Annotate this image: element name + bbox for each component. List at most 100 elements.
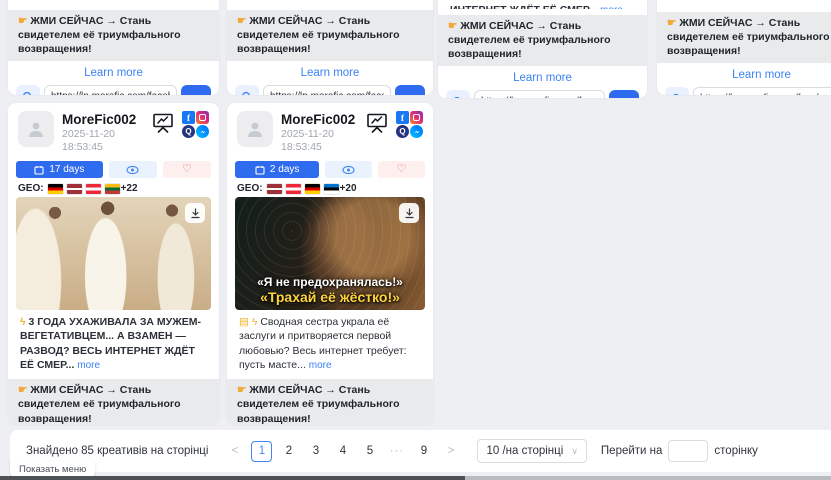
card-header: MoreFic002 2025-11-20 18:53:45 f Q (227, 103, 433, 158)
presentation-chart-icon[interactable] (364, 111, 390, 135)
flag-latvia-icon (267, 184, 282, 194)
lightning-icon: ϟ (20, 316, 26, 328)
page-button-1[interactable]: 1 (251, 441, 272, 462)
page-size-select[interactable]: 10 /на сторінці ∨ (477, 439, 586, 463)
cta-text: ЖМИ СЕЙЧАС → Стань свидетелем её триумфа… (667, 17, 830, 57)
go-to-url-button[interactable]: → (395, 85, 425, 95)
calendar-icon (255, 165, 265, 175)
creative-card: MoreFic002 2025-11-20 18:53:45 f Q 17 da… (8, 103, 219, 425)
prev-page-button[interactable]: < (224, 441, 245, 462)
download-image-button[interactable] (185, 203, 205, 223)
horizontal-scrollbar[interactable] (0, 476, 831, 480)
search-button[interactable] (665, 87, 689, 95)
url-row: → (438, 88, 647, 98)
next-page-button[interactable]: > (440, 441, 461, 462)
pointing-hand-icon: ☛ (18, 384, 27, 396)
pointing-hand-icon: ☛ (448, 20, 457, 32)
search-button[interactable] (446, 90, 470, 98)
truncated-text-line: ИНТЕРНЕТ ЖДЁТ ЕЁ СМЕР... more (438, 0, 647, 9)
page-ellipsis[interactable]: ··· (386, 441, 407, 462)
download-icon (404, 208, 415, 219)
flag-austria-icon (86, 184, 101, 194)
days-active-button[interactable]: 2 days (235, 161, 319, 178)
cta-text: ЖМИ СЕЙЧАС → Стань свидетелем её триумфа… (237, 384, 400, 424)
cta-block: ☛ ЖМИ СЕЙЧАС → Стань свидетелем её триум… (8, 379, 219, 425)
facebook-icon[interactable]: f (182, 111, 195, 124)
creative-card: MoreFic002 2025-11-20 18:53:45 f Q 2 day… (227, 103, 433, 425)
page-button-4[interactable]: 4 (332, 441, 353, 462)
learn-more-link[interactable]: Learn more (227, 67, 433, 79)
creative-column-4: ☛ ЖМИ СЕЙЧАС → Стань свидетелем её триум… (657, 0, 831, 95)
favorite-button[interactable]: ♡ (163, 161, 211, 178)
messenger-bolt-icon (413, 128, 421, 136)
advertiser-name[interactable]: MoreFic002 (281, 111, 364, 128)
ad-body-text: ϟ 3 ГОДА УХАЖИВАЛА ЗА МУЖЕМ-ВЕГЕТАТИВЦЕМ… (8, 310, 219, 373)
creative-card-partial: ☛ ЖМИ СЕЙЧАС → Стань свидетелем её триум… (8, 0, 219, 95)
scrollbar-thumb[interactable] (0, 476, 465, 480)
creative-column-2: ☛ ЖМИ СЕЙЧАС → Стань свидетелем её триум… (227, 0, 433, 425)
landing-url-input[interactable] (263, 85, 391, 95)
show-menu-button[interactable]: Показать меню (10, 461, 95, 477)
eye-icon (126, 165, 139, 175)
avatar (237, 111, 273, 147)
header-icons: f Q (364, 111, 423, 138)
creative-image[interactable] (16, 197, 211, 310)
goto-page-control: Перейти на сторінку (601, 440, 758, 462)
flag-germany-icon (48, 184, 63, 194)
download-image-button[interactable] (399, 203, 419, 223)
card-actions: 17 days ♡ (8, 158, 219, 181)
preview-button[interactable] (325, 161, 372, 178)
favorite-button[interactable]: ♡ (378, 161, 425, 178)
image-overlay-text: «Я не предохранялась!» «Трахай её жёстко… (235, 275, 425, 305)
landing-url-input[interactable] (44, 85, 177, 95)
geo-more-count[interactable]: +22 (121, 183, 138, 194)
eye-icon (342, 165, 355, 175)
learn-more-link[interactable]: Learn more (438, 72, 647, 84)
cut-text: ИНТЕРНЕТ ЖДЁТ ЕЁ СМЕР... (450, 4, 597, 9)
cta-block: ☛ ЖМИ СЕЙЧАС → Стань свидетелем её триум… (227, 379, 433, 425)
geo-more-count[interactable]: +20 (340, 183, 357, 194)
audience-network-icon[interactable]: Q (396, 125, 409, 138)
advertiser-name[interactable]: MoreFic002 (62, 111, 150, 128)
social-network-icons: f Q (182, 111, 209, 138)
cta-block: ☛ ЖМИ СЕЙЧАС → Стань свидетелем её триум… (8, 10, 219, 61)
messenger-icon[interactable] (410, 125, 423, 138)
instagram-icon[interactable] (196, 111, 209, 124)
geo-row: GEO: +22 (8, 181, 219, 197)
overlay-line-1: «Я не предохранялась!» (235, 275, 425, 289)
creative-card-partial: ☛ ЖМИ СЕЙЧАС → Стань свидетелем её триум… (227, 0, 433, 95)
creative-image[interactable]: «Я не предохранялась!» «Трахай её жёстко… (235, 197, 425, 310)
goto-page-input[interactable] (668, 440, 708, 462)
cta-text: ЖМИ СЕЙЧАС → Стань свидетелем её триумфа… (237, 15, 400, 55)
messenger-icon[interactable] (196, 125, 209, 138)
more-link[interactable]: more (309, 360, 332, 371)
cta-block: ☛ ЖМИ СЕЙЧАС → Стань свидетелем её триум… (227, 10, 433, 61)
days-active-button[interactable]: 17 days (16, 161, 103, 178)
page-button-3[interactable]: 3 (305, 441, 326, 462)
audience-network-icon[interactable]: Q (182, 125, 195, 138)
more-link[interactable]: more (77, 360, 100, 371)
learn-more-link[interactable]: Learn more (657, 69, 831, 81)
search-button[interactable] (235, 85, 259, 95)
instagram-icon[interactable] (410, 111, 423, 124)
learn-more-link[interactable]: Learn more (8, 67, 219, 79)
more-link[interactable]: more (600, 5, 623, 9)
page-button-2[interactable]: 2 (278, 441, 299, 462)
page-button-9[interactable]: 9 (413, 441, 434, 462)
landing-url-input[interactable] (474, 90, 605, 98)
go-to-url-button[interactable]: → (181, 85, 211, 95)
presentation-chart-icon[interactable] (150, 111, 176, 135)
page-button-5[interactable]: 5 (359, 441, 380, 462)
cta-block: ☛ ЖМИ СЕЙЧАС → Стань свидетелем её триум… (438, 15, 647, 66)
creative-column-3: ИНТЕРНЕТ ЖДЁТ ЕЁ СМЕР... more ☛ ЖМИ СЕЙЧ… (438, 0, 647, 98)
preview-button[interactable] (109, 161, 157, 178)
go-to-url-button[interactable]: → (609, 90, 639, 98)
facebook-icon[interactable]: f (396, 111, 409, 124)
book-lightning-icon: ▤ ϟ (239, 316, 257, 328)
person-icon (26, 119, 46, 139)
search-button[interactable] (16, 85, 40, 95)
landing-url-input[interactable] (693, 87, 831, 95)
goto-label: Перейти на (601, 445, 663, 457)
pointing-hand-icon: ☛ (667, 17, 676, 29)
flag-germany-icon (305, 184, 320, 194)
